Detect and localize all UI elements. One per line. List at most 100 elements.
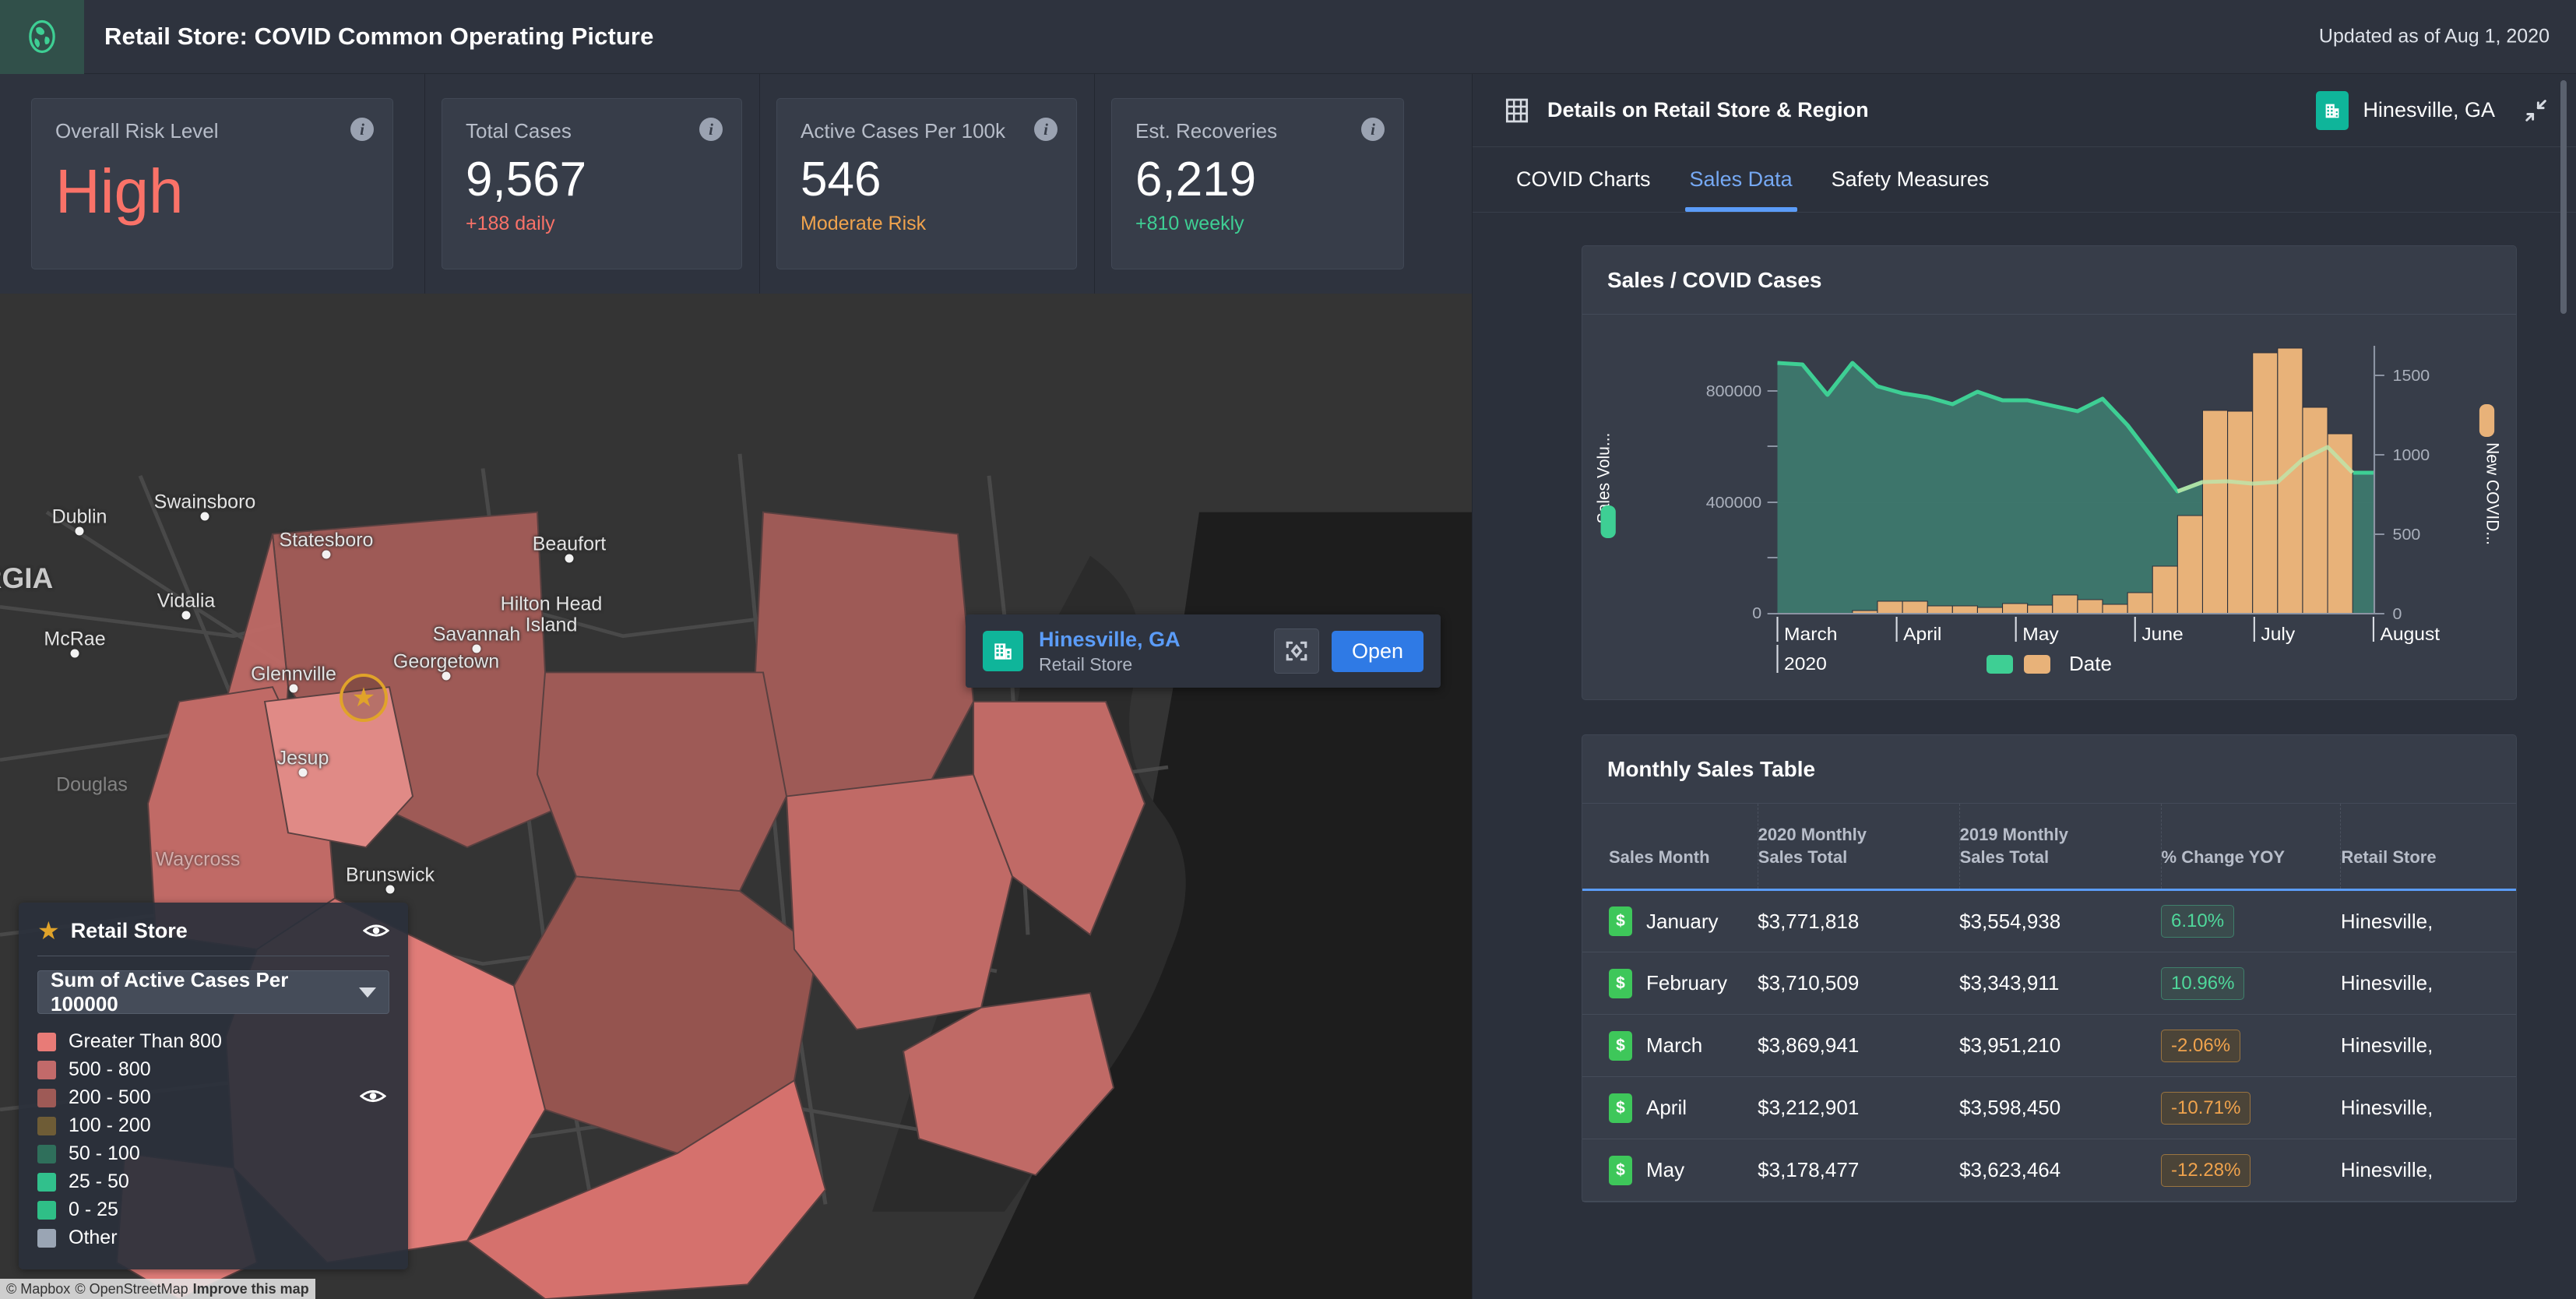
dollar-icon: $ [1609, 1093, 1632, 1123]
table-row[interactable]: $ February $3,710,509 $3,343,911 10.96% [1582, 952, 2516, 1015]
table-body: $ January $3,771,818 $3,554,938 6.10% Hi… [1582, 890, 2516, 1202]
legend-item-label: 0 - 25 [69, 1199, 118, 1220]
dashboard-root: Retail Store: COVID Common Operating Pic… [0, 0, 2576, 1299]
col-sales-month[interactable]: Sales Month [1582, 804, 1758, 890]
cell-retail-store: Hinesville, [2340, 971, 2433, 995]
kpi-card-overall-risk-level[interactable]: i Overall Risk Level High [31, 98, 393, 269]
col-2019-total[interactable]: 2019 Monthly Sales Total [1959, 804, 2162, 890]
attribution-improve-link[interactable]: Improve this map [193, 1281, 309, 1297]
details-panel: Details on Retail Store & Region Hinesvi… [1472, 74, 2576, 1299]
legend-swatch [37, 1116, 56, 1135]
legend-item[interactable]: 100 - 200 [37, 1112, 389, 1139]
legend-item[interactable]: Greater Than 800 [37, 1028, 389, 1055]
chart-legend: Date [1582, 652, 2516, 676]
status-badge: 10.96% [2161, 966, 2245, 1000]
legend-item[interactable]: 50 - 100 [37, 1140, 389, 1167]
info-icon[interactable]: i [1361, 118, 1385, 141]
popup-title[interactable]: Hinesville, GA [1039, 628, 1274, 652]
sales-table-title: Monthly Sales Table [1582, 735, 2516, 804]
kpi-card-active-cases-per-100k[interactable]: i Active Cases Per 100k 546 Moderate Ris… [776, 98, 1077, 269]
legend-visibility-toggle[interactable] [359, 1087, 387, 1108]
kpi-card-est-recoveries[interactable]: i Est. Recoveries 6,219 +810 weekly [1111, 98, 1404, 269]
legend-item[interactable]: 0 - 25 [37, 1196, 389, 1223]
open-button[interactable]: Open [1331, 630, 1423, 672]
sales-table-card: Monthly Sales Table Sales Month 2020 Mon… [1582, 734, 2517, 1203]
col-2020-total[interactable]: 2020 Monthly Sales Total [1758, 804, 1960, 890]
eye-icon[interactable] [363, 922, 389, 939]
retail-store-marker[interactable]: ★ [340, 674, 388, 722]
map-city-dot [289, 684, 298, 693]
kpi-label: Total Cases [466, 119, 572, 143]
kpi-strip: i Overall Risk Level High i Total Cases … [0, 74, 1472, 294]
month-label: February [1646, 971, 1728, 995]
attribution-mapbox[interactable]: © Mapbox [6, 1281, 70, 1297]
legend-swatch [37, 1144, 56, 1163]
details-panel-title: Details on Retail Store & Region [1547, 98, 1869, 121]
cell-month: $ January [1582, 890, 1758, 952]
legend-measure-select[interactable]: Sum of Active Cases Per 100000 [37, 968, 389, 1016]
cell-month: $ March [1582, 1015, 1758, 1077]
month-label: May [1646, 1158, 1685, 1182]
tab-safety-measures[interactable]: Safety Measures [1818, 147, 2004, 212]
left-column: i Overall Risk Level High i Total Cases … [0, 74, 1472, 1299]
table-header-row: Sales Month 2020 Monthly Sales Total 2019… [1582, 804, 2516, 890]
chart-xtick: July [2261, 625, 2295, 645]
kpi-value: 546 [801, 153, 882, 206]
col-pct-change[interactable]: % Change YOY [2161, 804, 2342, 890]
legend-item[interactable]: 500 - 800 [37, 1056, 389, 1083]
focus-icon-button[interactable] [1273, 628, 1319, 674]
info-icon[interactable]: i [1034, 118, 1057, 141]
map-city-dot [181, 611, 191, 620]
cell-retail-store: Hinesville, [2340, 1158, 2433, 1182]
table-row[interactable]: $ May $3,178,477 $3,623,464 -12.28% Hine… [1582, 1139, 2516, 1202]
info-icon[interactable]: i [350, 118, 374, 141]
col-label: Retail Store [2341, 847, 2437, 867]
chart-ytick-right: 1000 [2393, 447, 2430, 464]
sales-covid-chart[interactable]: Sales Volu... New COVID... 800000 400000… [1582, 315, 2516, 699]
col-retail-store[interactable]: Retail Store [2341, 804, 2516, 890]
table-row[interactable]: $ January $3,771,818 $3,554,938 6.10% Hi… [1582, 890, 2516, 952]
table-header: Sales Month 2020 Monthly Sales Total 2019… [1582, 804, 2516, 890]
details-panel-header: Details on Retail Store & Region Hinesvi… [1473, 74, 2576, 147]
kpi-subtext: +188 daily [466, 213, 555, 235]
focus-icon [1286, 641, 1307, 661]
table-row[interactable]: $ April $3,212,901 $3,598,450 -10.71% Hi… [1582, 1077, 2516, 1139]
cell-2020-total: $3,212,901 [1758, 1096, 1860, 1120]
map-city-dot [472, 644, 481, 653]
details-scrollbar-thumb[interactable] [2560, 80, 2567, 314]
collapse-icon[interactable] [2521, 97, 2550, 125]
details-panel-location: Hinesville, GA [2316, 90, 2550, 130]
updated-timestamp: Updated as of Aug 1, 2020 [2318, 25, 2550, 48]
map-attribution: © Mapbox © OpenStreetMap Improve this ma… [0, 1279, 315, 1299]
table-row[interactable]: $ March $3,869,941 $3,951,210 -2.06% Hin… [1582, 1015, 2516, 1077]
brand-tile[interactable] [0, 0, 84, 74]
details-scroll-area[interactable]: Sales / COVID Cases Sales Volu... New CO… [1473, 213, 2576, 1299]
eye-icon [359, 1090, 387, 1102]
attribution-osm[interactable]: © OpenStreetMap [75, 1281, 188, 1297]
chart-ytick-left: 400000 [1706, 495, 1761, 512]
kpi-card-total-cases[interactable]: i Total Cases 9,567 +188 daily [442, 98, 742, 269]
legend-item[interactable]: 200 - 500 [37, 1084, 389, 1111]
kpi-value: 9,567 [466, 153, 587, 206]
details-scrollbar-track[interactable] [2560, 74, 2571, 1299]
kpi-subtext: +810 weekly [1135, 213, 1244, 235]
legend-item[interactable]: Other [37, 1224, 389, 1251]
chart-card: Sales / COVID Cases Sales Volu... New CO… [1582, 245, 2517, 700]
app-header: Retail Store: COVID Common Operating Pic… [0, 0, 2576, 74]
page-title: Retail Store: COVID Common Operating Pic… [104, 23, 654, 50]
map-popup[interactable]: Hinesville, GA Retail Store Open [966, 614, 1441, 688]
chart-ytick-left: 0 [1752, 605, 1761, 622]
cell-month: $ February [1582, 952, 1758, 1015]
tab-sales-data[interactable]: Sales Data [1676, 147, 1807, 212]
map-legend[interactable]: ★ Retail Store Sum of Active Cases Per 1… [19, 903, 408, 1269]
map-city-dot [565, 554, 574, 563]
status-badge: -2.06% [2161, 1029, 2241, 1062]
chart-legend-label: Date [2069, 652, 2112, 675]
chart-xtick: March [1784, 625, 1837, 645]
choropleth-map[interactable]: Dublin Swainsboro Statesboro Beaufort RG… [0, 294, 1472, 1299]
info-icon[interactable]: i [699, 118, 723, 141]
popup-subtitle: Retail Store [1039, 653, 1133, 674]
tab-covid-charts[interactable]: COVID Charts [1502, 147, 1665, 212]
legend-item[interactable]: 25 - 50 [37, 1168, 389, 1195]
map-city-dot [70, 649, 79, 658]
